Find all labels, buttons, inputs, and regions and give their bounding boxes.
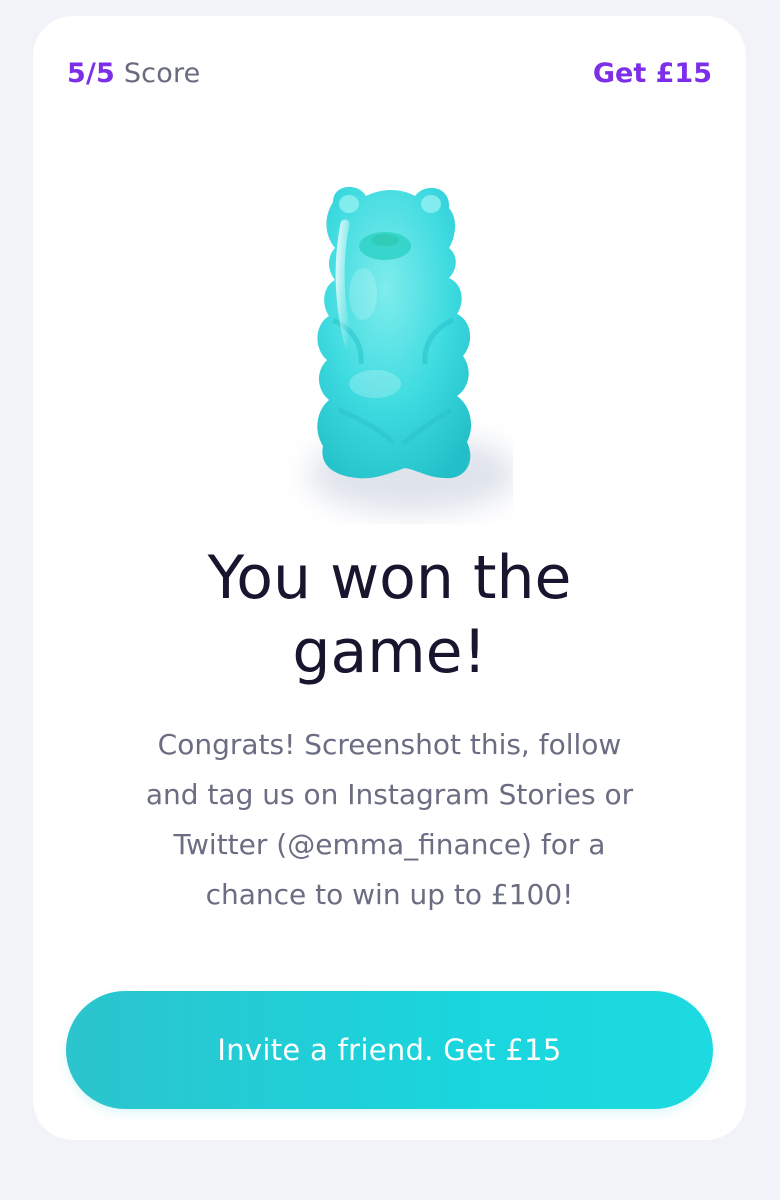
title-line: game! bbox=[292, 617, 487, 687]
page-title: You won the game! bbox=[33, 541, 746, 689]
score-label: Score bbox=[123, 58, 201, 89]
title-line: You won the bbox=[207, 543, 572, 613]
message-line: and tag us on Instagram Stories or bbox=[145, 778, 634, 811]
score-display: 5/5 Score bbox=[67, 54, 200, 94]
message-line: Twitter (@emma_finance) for a bbox=[173, 828, 606, 861]
invite-friend-button[interactable]: Invite a friend. Get £15 bbox=[66, 991, 713, 1109]
message-line: chance to win up to £100! bbox=[205, 878, 574, 911]
get-reward-link[interactable]: Get £15 bbox=[593, 54, 712, 94]
gummy-bear-icon bbox=[263, 174, 513, 524]
congrats-message: Congrats! Screenshot this, follow and ta… bbox=[91, 720, 688, 920]
result-card: 5/5 Score Get £15 You won the game! Cong… bbox=[33, 16, 746, 1140]
message-line: Congrats! Screenshot this, follow bbox=[157, 728, 622, 761]
score-value: 5/5 bbox=[67, 58, 116, 89]
